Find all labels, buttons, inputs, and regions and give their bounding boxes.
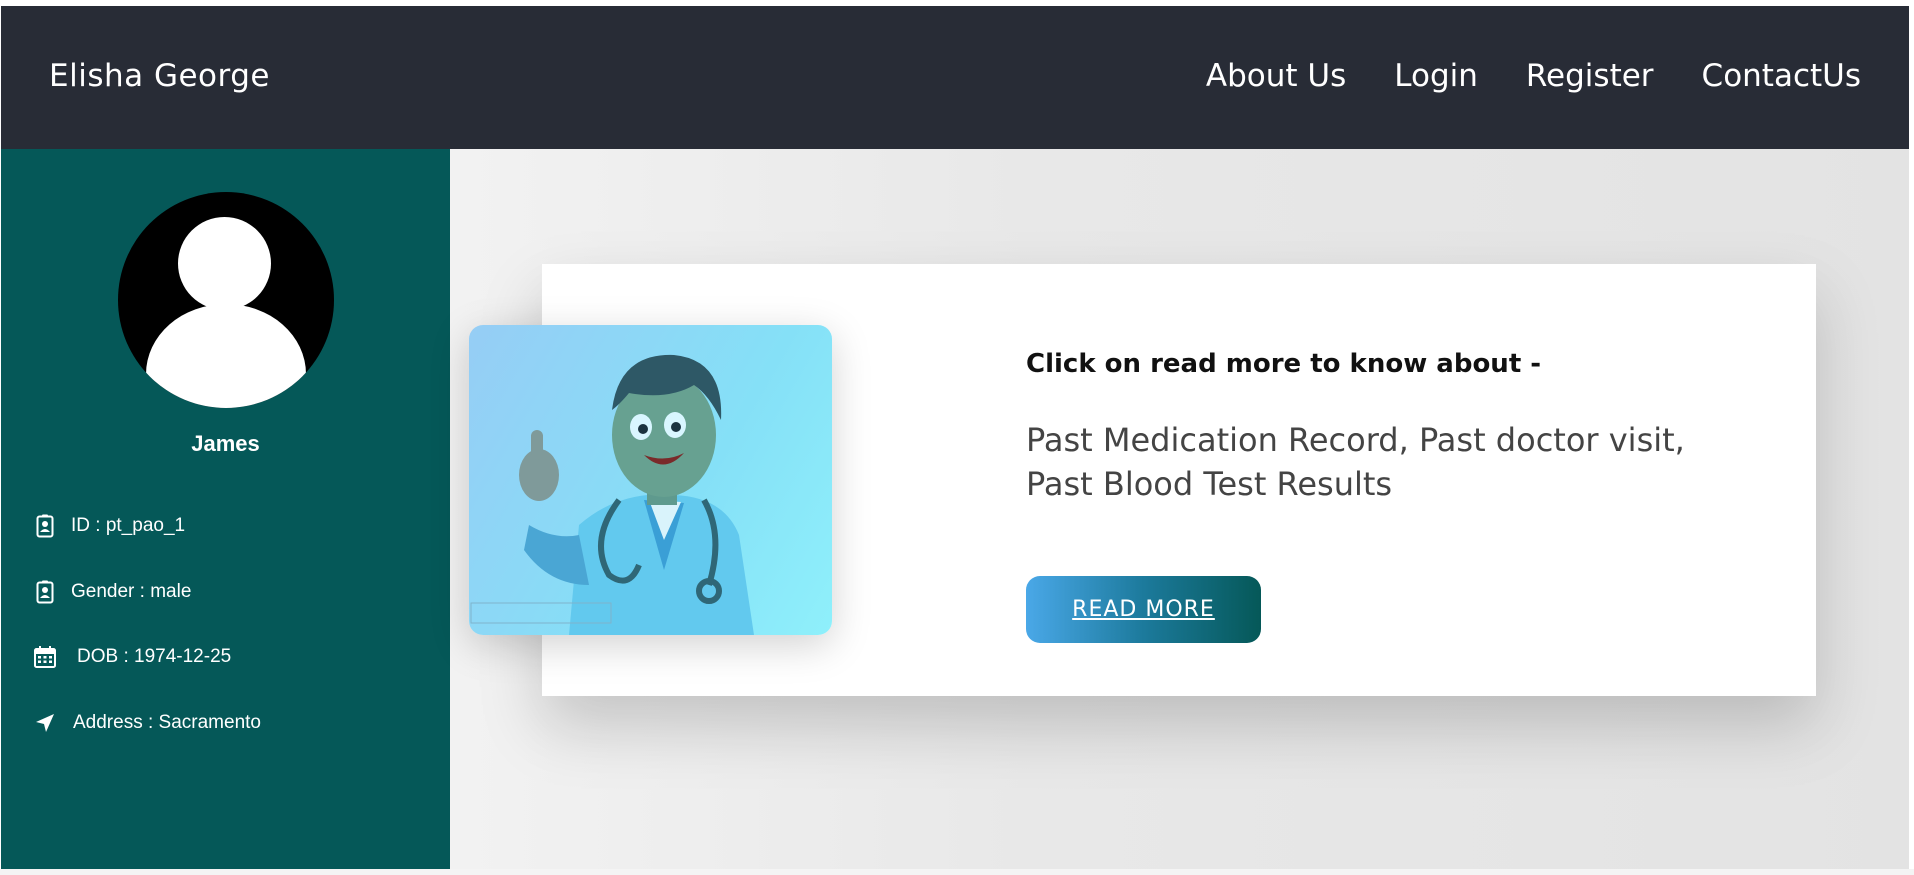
info-row-gender: Gender : male	[33, 579, 191, 605]
nav-links: About Us Login Register ContactUs	[1206, 58, 1861, 94]
read-more-button[interactable]: READ MORE	[1026, 576, 1261, 643]
location-arrow-icon	[33, 710, 57, 736]
page-bottom-edge	[0, 869, 1914, 875]
info-gender-text: Gender : male	[71, 581, 192, 602]
nav-link-contact-us[interactable]: ContactUs	[1702, 58, 1861, 94]
info-address-text: Address : Sacramento	[73, 712, 261, 733]
doctor-thumbs-up-illustration	[469, 325, 832, 635]
avatar-head	[178, 217, 271, 310]
info-dob-text: DOB : 1974-12-25	[77, 646, 232, 667]
avatar-body	[146, 304, 306, 408]
card-heading: Click on read more to know about -	[1026, 349, 1542, 379]
id-badge-icon	[33, 579, 57, 605]
nav-link-login[interactable]: Login	[1394, 58, 1478, 94]
info-id-text: ID : pt_pao_1	[71, 515, 186, 536]
patient-name: James	[191, 431, 260, 456]
id-badge-icon	[33, 513, 57, 539]
brand-name[interactable]: Elisha George	[49, 58, 270, 94]
info-row-address: Address : Sacramento	[33, 710, 261, 736]
card-body-text: Past Medication Record, Past doctor visi…	[1026, 421, 1685, 503]
user-avatar-icon	[118, 192, 334, 408]
calendar-icon	[33, 644, 57, 670]
info-row-dob: DOB : 1974-12-25	[33, 644, 231, 670]
top-navbar: Elisha George About Us Login Register Co…	[1, 6, 1909, 149]
patient-sidebar: James ID : pt_pao_1 Gender : male DOB: …	[1, 149, 450, 869]
info-row-id: ID : pt_pao_1	[33, 513, 185, 539]
nav-link-about-us[interactable]: About Us	[1206, 58, 1346, 94]
nav-link-register[interactable]: Register	[1526, 58, 1654, 94]
